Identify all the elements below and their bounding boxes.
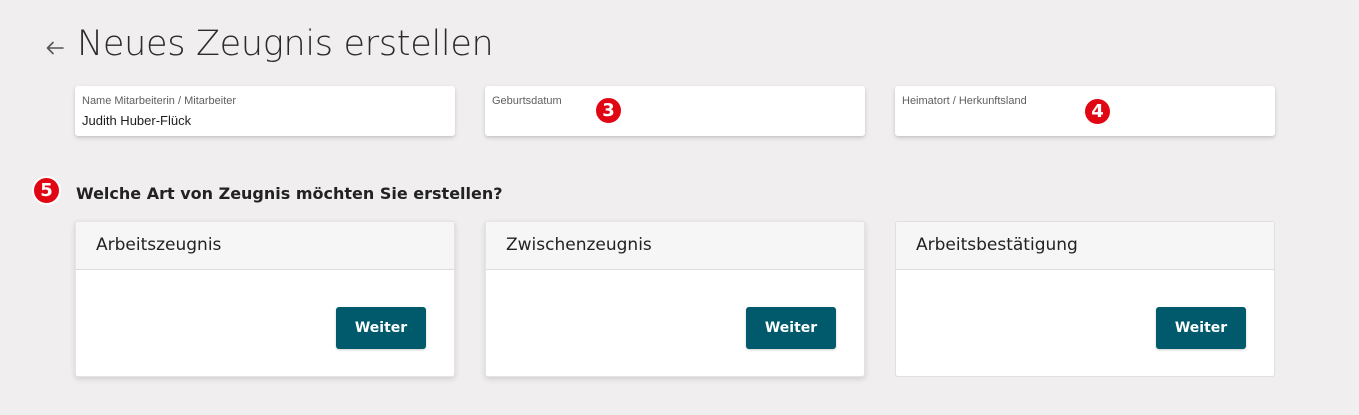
card-title: Arbeitszeugnis <box>76 222 454 270</box>
card-zwischenzeugnis: Zwischenzeugnis Weiter <box>485 221 865 377</box>
employee-name-label: Name Mitarbeiterin / Mitarbeiter <box>82 95 237 107</box>
page-title: Neues Zeugnis erstellen <box>77 24 494 64</box>
birthdate-label: Geburtsdatum <box>492 95 562 107</box>
marker-3: 3 <box>594 96 623 125</box>
card-arbeitszeugnis: Arbeitszeugnis Weiter <box>75 221 455 377</box>
card-title: Zwischenzeugnis <box>486 222 864 270</box>
marker-5: 5 <box>32 176 61 205</box>
hometown-label: Heimatort / Herkunftsland <box>902 95 1027 107</box>
arrow-left-icon[interactable] <box>44 37 66 59</box>
weiter-button-zwischenzeugnis[interactable]: Weiter <box>746 307 836 349</box>
certificate-type-question: Welche Art von Zeugnis möchten Sie erste… <box>76 184 503 203</box>
card-arbeitsbestaetigung: Arbeitsbestätigung Weiter <box>895 221 1275 377</box>
page: Neues Zeugnis erstellen Name Mitarbeiter… <box>0 0 1359 415</box>
marker-4: 4 <box>1083 97 1112 126</box>
employee-name-value[interactable]: Judith Huber-Flück <box>82 113 191 128</box>
weiter-button-arbeitszeugnis[interactable]: Weiter <box>336 307 426 349</box>
employee-name-field[interactable]: Name Mitarbeiterin / Mitarbeiter Judith … <box>75 86 455 136</box>
birthdate-field[interactable]: Geburtsdatum <box>485 86 865 136</box>
card-title: Arbeitsbestätigung <box>896 222 1274 270</box>
weiter-button-arbeitsbestaetigung[interactable]: Weiter <box>1156 307 1246 349</box>
